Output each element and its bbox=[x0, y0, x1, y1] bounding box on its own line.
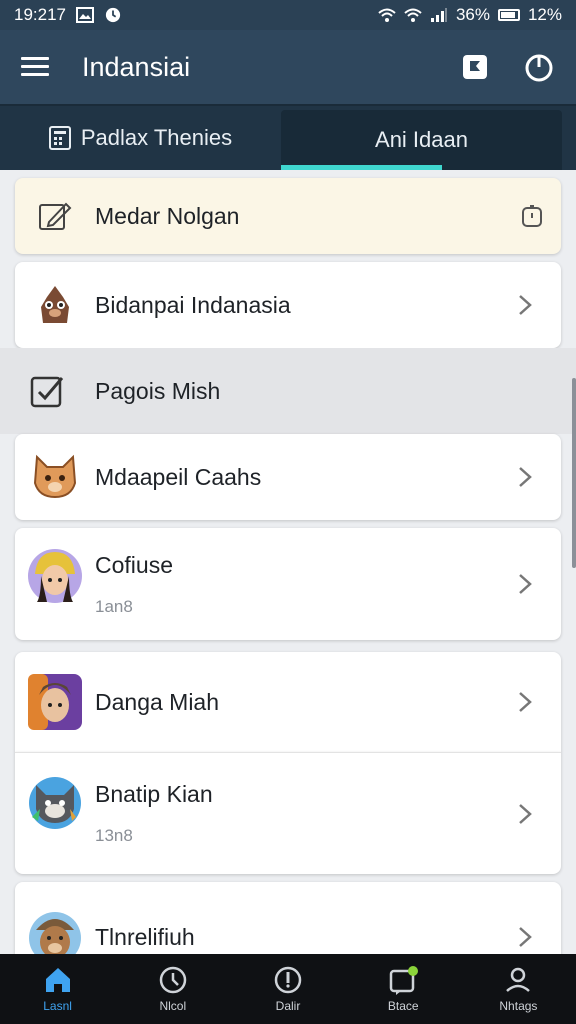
nav-label: Nlcol bbox=[159, 999, 187, 1013]
list-item[interactable]: Bidanpai Indanasia bbox=[15, 262, 561, 348]
edit-icon bbox=[39, 202, 72, 230]
chevron-right-icon[interactable] bbox=[517, 573, 533, 595]
app-title: Indansiai bbox=[82, 51, 191, 82]
app-bar: Indansiai bbox=[0, 30, 576, 104]
list-item-label: Tlnrelifiuh bbox=[95, 923, 195, 950]
calculator-icon bbox=[48, 126, 71, 150]
person-icon bbox=[506, 967, 531, 992]
raccoon-avatar bbox=[29, 777, 81, 829]
nav-profile[interactable]: Nhtags bbox=[461, 954, 576, 1024]
list-item-subtitle: 13n8 bbox=[95, 826, 133, 845]
bear-avatar bbox=[29, 912, 81, 954]
chevron-right-icon[interactable] bbox=[517, 294, 533, 316]
nav-label: Lasnl bbox=[43, 999, 72, 1013]
nav-clock[interactable]: Nlcol bbox=[115, 954, 230, 1024]
image-icon bbox=[76, 7, 94, 23]
nav-compass[interactable]: Dalir bbox=[230, 954, 345, 1024]
tab-label: Padlax Thenies bbox=[80, 125, 233, 150]
list-item[interactable]: Pagois Mish bbox=[0, 348, 576, 434]
timer-icon bbox=[522, 205, 542, 227]
status-time: 19:217 bbox=[14, 5, 66, 24]
girl-avatar bbox=[28, 549, 82, 603]
wifi-alt-icon bbox=[404, 8, 422, 22]
chevron-right-icon[interactable] bbox=[517, 691, 533, 713]
chat-icon bbox=[389, 966, 419, 995]
list-item-subtitle: 1an8 bbox=[95, 596, 133, 616]
bottom-nav: Lasnl Nlcol Dalir Btace Nhtags bbox=[0, 954, 576, 1024]
list-item-label: Medar Nolgan bbox=[95, 202, 240, 229]
fox-avatar bbox=[33, 454, 77, 499]
list-item[interactable]: Bnatip Kian 13n8 bbox=[15, 752, 561, 874]
list-item[interactable]: Danga Miah bbox=[15, 652, 561, 752]
list-item-label: Bnatip Kian bbox=[95, 781, 213, 807]
mole-avatar bbox=[41, 286, 69, 323]
list-item-label: Bidanpai Indanasia bbox=[95, 291, 291, 318]
battery-percent: 36% bbox=[455, 5, 490, 24]
nav-home[interactable]: Lasnl bbox=[0, 954, 115, 1024]
nav-label: Dalir bbox=[275, 999, 301, 1013]
tab-bar: Padlax Thenies Ani Idaan bbox=[0, 104, 576, 170]
tag-icon bbox=[463, 55, 487, 79]
list-item[interactable]: Tlnrelifiuh bbox=[15, 882, 561, 954]
power-button[interactable] bbox=[522, 50, 556, 84]
signal-percent: 12% bbox=[527, 5, 562, 24]
tab-padlax-thenies[interactable]: Padlax Thenies bbox=[0, 106, 281, 170]
clock-status-icon bbox=[105, 7, 121, 23]
wifi-icon bbox=[378, 8, 396, 22]
battery-icon bbox=[497, 9, 520, 21]
list-item-label: Pagois Mish bbox=[95, 377, 221, 404]
tab-ani-idaan[interactable]: Ani Idaan bbox=[281, 110, 562, 170]
signal-icon bbox=[430, 8, 447, 22]
power-icon bbox=[525, 54, 553, 82]
chevron-right-icon[interactable] bbox=[517, 926, 533, 948]
list-item-label: Cofiuse bbox=[95, 551, 173, 578]
chevron-right-icon[interactable] bbox=[517, 466, 533, 488]
hamburger-icon bbox=[21, 57, 49, 76]
hero-avatar bbox=[28, 674, 82, 730]
list-item-label: Mdaapeil Caahs bbox=[95, 463, 262, 490]
tab-label: Ani Idaan bbox=[375, 127, 468, 152]
status-bar: 19:217 36% 12% bbox=[0, 0, 576, 30]
scrollbar-thumb[interactable] bbox=[572, 378, 576, 568]
nav-label: Btace bbox=[387, 999, 419, 1013]
list-item[interactable]: Cofiuse 1an8 bbox=[15, 528, 561, 640]
list-item[interactable]: Medar Nolgan bbox=[15, 178, 561, 254]
compass-icon bbox=[274, 966, 302, 994]
chevron-right-icon[interactable] bbox=[517, 803, 533, 825]
list-item-label: Danga Miah bbox=[95, 688, 220, 715]
item-list: Medar Nolgan Bidanpai Indanasia Pagois M… bbox=[0, 170, 576, 954]
checkbox-icon bbox=[30, 376, 63, 408]
list-item[interactable]: Mdaapeil Caahs bbox=[15, 434, 561, 520]
menu-button[interactable] bbox=[0, 30, 70, 104]
nav-label: Nhtags bbox=[499, 999, 538, 1013]
nav-chat[interactable]: Btace bbox=[346, 954, 461, 1024]
tag-button[interactable] bbox=[458, 50, 492, 84]
clock-icon bbox=[159, 966, 187, 994]
home-icon bbox=[45, 968, 70, 992]
